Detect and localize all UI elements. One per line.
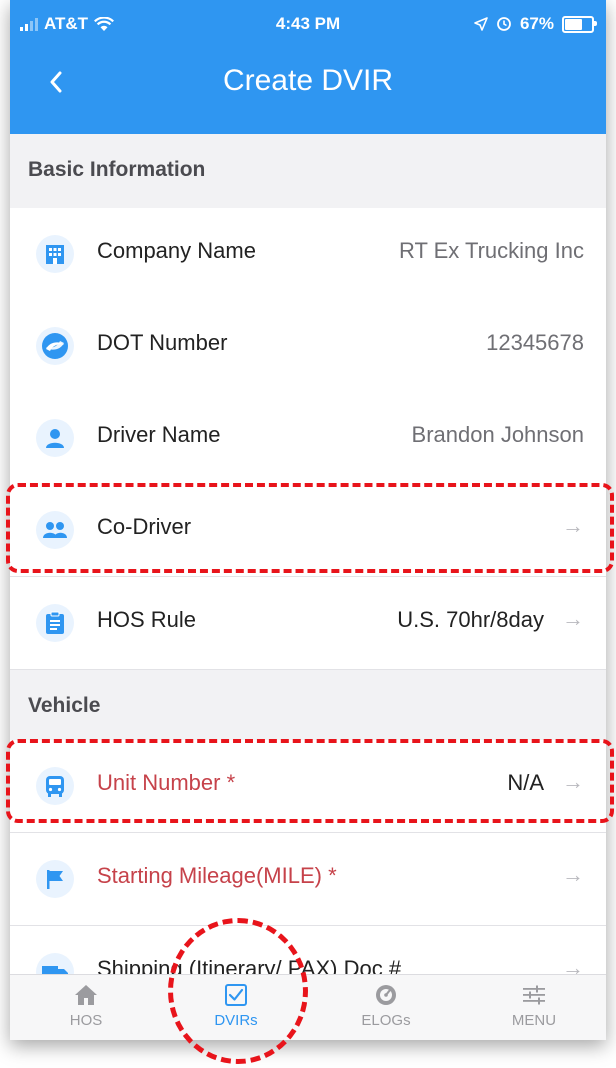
location-arrow-icon	[474, 17, 488, 31]
dot-logo-icon	[36, 327, 74, 365]
people-icon	[36, 511, 74, 549]
status-right: 67%	[474, 14, 597, 34]
arrow-right-icon: →	[562, 862, 584, 887]
battery-percent: 67%	[519, 14, 554, 33]
battery-icon	[562, 15, 597, 33]
status-bar: AT&T 4:43 PM 67%	[10, 14, 606, 38]
company-name-value: RT Ex Trucking Inc	[398, 238, 584, 263]
sliders-icon	[523, 985, 545, 1005]
driver-name-value: Brandon Johnson	[411, 422, 584, 447]
dot-number-row: DOT Number 12345678	[10, 300, 606, 393]
dot-number-value: 12345678	[486, 330, 584, 355]
section-basic-information: Basic Information	[10, 134, 606, 204]
section-title: Basic Information	[28, 158, 206, 181]
dot-number-label: DOT Number	[97, 330, 228, 355]
person-icon	[36, 419, 74, 457]
unit-number-value: N/A	[507, 770, 544, 795]
flag-icon	[36, 860, 74, 898]
hos-rule-row[interactable]: HOS Rule U.S. 70hr/8day →	[10, 577, 606, 670]
building-icon	[36, 235, 74, 273]
hos-rule-label: HOS Rule	[97, 607, 197, 632]
home-icon	[75, 985, 97, 1005]
unit-number-label: Unit Number *	[97, 770, 236, 795]
tab-dvirs[interactable]: DVIRs	[186, 981, 286, 1037]
checkbox-icon	[225, 984, 247, 1006]
hos-rule-value: U.S. 70hr/8day	[397, 607, 544, 632]
phone-screen: AT&T 4:43 PM 67% Create DVIR Basic Infor…	[10, 0, 606, 1040]
tab-elogs[interactable]: ELOGs	[336, 981, 436, 1037]
arrow-right-icon: →	[562, 513, 584, 538]
company-name-label: Company Name	[97, 238, 256, 263]
clipboard-icon	[36, 604, 74, 642]
page-title: Create DVIR	[222, 64, 394, 97]
alarm-icon	[497, 17, 511, 31]
tab-bar: HOS DVIRs ELOGs MENU	[10, 974, 606, 1040]
tab-label: HOS	[69, 1012, 103, 1029]
co-driver-row[interactable]: Co-Driver →	[10, 484, 606, 577]
bus-icon	[36, 767, 74, 805]
tab-hos[interactable]: HOS	[36, 981, 136, 1037]
unit-number-row[interactable]: Unit Number * N/A →	[10, 740, 606, 833]
arrow-right-icon: →	[562, 769, 584, 794]
tab-label: ELOGs	[361, 1012, 411, 1029]
dial-icon	[376, 985, 396, 1005]
tab-label: DVIRs	[214, 1012, 258, 1029]
starting-mileage-row[interactable]: Starting Mileage(MILE) * →	[10, 833, 606, 926]
tab-menu[interactable]: MENU	[484, 981, 584, 1037]
nav-bar: Create DVIR	[10, 52, 606, 112]
driver-name-row: Driver Name Brandon Johnson	[10, 392, 606, 485]
starting-mileage-label: Starting Mileage(MILE) *	[97, 863, 337, 888]
section-vehicle: Vehicle	[10, 670, 606, 740]
tab-label: MENU	[511, 1012, 557, 1029]
co-driver-label: Co-Driver	[97, 514, 192, 539]
header: AT&T 4:43 PM 67% Create DVIR	[10, 0, 606, 134]
section-title: Vehicle	[28, 694, 101, 717]
company-name-row: Company Name RT Ex Trucking Inc	[10, 208, 606, 301]
driver-name-label: Driver Name	[97, 422, 221, 447]
arrow-right-icon: →	[562, 606, 584, 631]
